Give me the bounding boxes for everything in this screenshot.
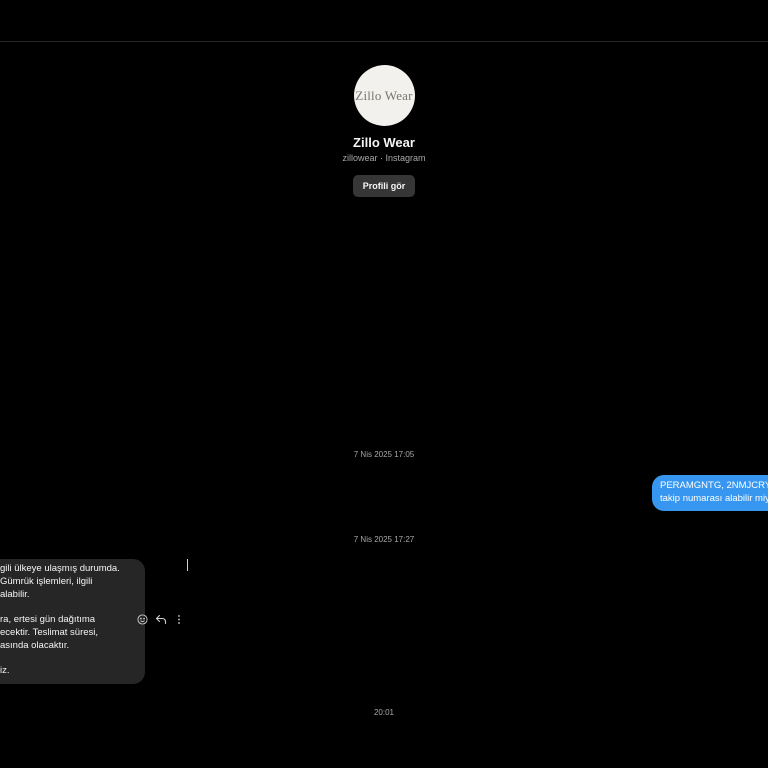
message-line (0, 653, 132, 666)
message-timestamp: 7 Nis 2025 17:27 (353, 535, 415, 544)
message-line: iz. (0, 665, 10, 677)
message-timestamp: 20:01 (373, 708, 395, 717)
message-line: takip numarası alabilir miyim (660, 492, 768, 504)
profile-name: Zillo Wear (353, 135, 415, 150)
message-line: Gümrük işlemleri, ilgili (0, 575, 93, 587)
text-cursor (187, 559, 188, 571)
message-line (0, 601, 132, 614)
avatar-logo-text: Zillo Wear (355, 87, 413, 103)
message-line: ra, ertesi gün dağıtıma (0, 614, 96, 626)
message-line: alabilir. (0, 588, 30, 600)
emoji-icon[interactable] (136, 613, 149, 626)
more-options-icon[interactable] (172, 613, 185, 626)
message-line: asında olacaktır. (0, 639, 70, 651)
message-line: PERAMGNTG, 2NMJCRYZG (660, 480, 768, 491)
message-line: gili ülkeye ulaşmış durumda. (0, 563, 120, 574)
profile-header: Zillo Wear Zillo Wear zillowear · Instag… (0, 65, 768, 197)
outgoing-message-bubble[interactable]: PERAMGNTG, 2NMJCRYZG takip numarası alab… (652, 475, 768, 511)
view-profile-button[interactable]: Profili gör (352, 175, 416, 197)
message-timestamp: 7 Nis 2025 17:05 (353, 450, 415, 459)
message-line: ecektir. Teslimat süresi, (0, 626, 99, 638)
message-actions (136, 613, 185, 626)
incoming-message-bubble[interactable]: gili ülkeye ulaşmış durumda. Gümrük işle… (0, 559, 145, 685)
header-divider (0, 41, 768, 42)
reply-icon[interactable] (154, 613, 167, 626)
avatar[interactable]: Zillo Wear (353, 65, 415, 126)
profile-username: zillowear · Instagram (342, 153, 426, 163)
